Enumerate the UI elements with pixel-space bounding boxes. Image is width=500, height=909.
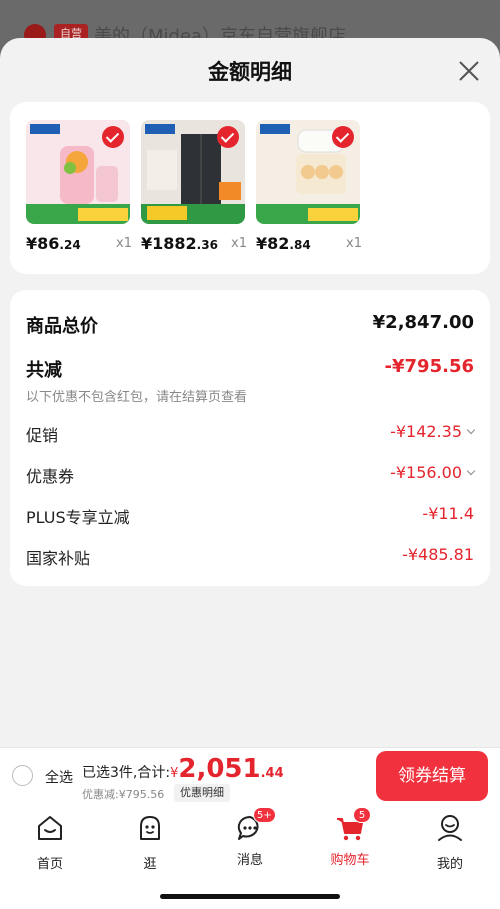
selected-check-icon[interactable]: [332, 126, 354, 148]
product-image: [141, 120, 245, 224]
close-icon[interactable]: [456, 58, 482, 84]
promo-label: 促销: [26, 426, 59, 445]
sheet-title: 金额明细: [208, 60, 292, 84]
selected-count-text: 已选3件,合计:: [82, 765, 171, 781]
total-row: 商品总价 ¥2,847.00: [26, 312, 474, 337]
checkout-summary: 已选3件,合计:¥2,051.44: [82, 754, 284, 784]
product-item[interactable]: ¥1882.36 x1: [141, 120, 253, 253]
coupon-row[interactable]: 优惠券 -¥156.00: [26, 463, 476, 487]
total-label: 商品总价: [26, 316, 98, 337]
discount-summary: 优惠减:¥795.56: [82, 788, 165, 801]
cart-icon-wrap: 5: [335, 807, 371, 843]
product-list-card: ¥86.24 x1 ¥1882.36 x1 ¥82.84 x1: [10, 102, 490, 274]
reduce-row: 共减 -¥795.56: [26, 356, 474, 381]
profile-icon: [438, 815, 462, 841]
browse-icon: [140, 816, 160, 840]
total-value: ¥2,847.00: [372, 312, 474, 333]
chevron-down-icon: [466, 466, 476, 476]
product-price: ¥82.84: [256, 234, 311, 253]
selected-check-icon[interactable]: [217, 126, 239, 148]
home-icon: [38, 816, 62, 840]
discount-detail-button[interactable]: 优惠明细: [174, 784, 230, 802]
product-qty: x1: [346, 236, 362, 251]
amount-detail-card: 商品总价 ¥2,847.00 共减 -¥795.56 以下优惠不包含红包，请在结…: [10, 290, 490, 586]
tab-cart[interactable]: 5 购物车: [315, 807, 385, 868]
product-item[interactable]: ¥86.24 x1: [26, 120, 138, 253]
message-badge: 5+: [253, 807, 276, 823]
selected-check-icon[interactable]: [102, 126, 124, 148]
product-qty: x1: [116, 236, 132, 251]
product-price: ¥1882.36: [141, 234, 218, 253]
discount-note: 以下优惠不包含红包，请在结算页查看: [26, 390, 248, 405]
home-indicator: [160, 894, 340, 899]
plus-row: PLUS专享立减 -¥11.4: [26, 504, 474, 528]
checkout-bar: 全选 已选3件,合计:¥2,051.44 优惠减:¥795.56 优惠明细 领券…: [0, 747, 500, 805]
checkout-button[interactable]: 领券结算: [376, 751, 488, 801]
coupon-label: 优惠券: [26, 467, 75, 486]
product-image: [26, 120, 130, 224]
reduce-label: 共减: [26, 360, 62, 381]
reduce-value: -¥795.56: [384, 356, 474, 377]
plus-label: PLUS专享立减: [26, 508, 130, 527]
product-qty: x1: [231, 236, 247, 251]
tab-profile[interactable]: 我的: [415, 813, 485, 872]
tab-home[interactable]: 首页: [15, 813, 85, 872]
product-image: [256, 120, 360, 224]
subsidy-row: 国家补贴 -¥485.81: [26, 545, 474, 569]
subsidy-value: -¥485.81: [402, 545, 474, 564]
chevron-down-icon: [466, 425, 476, 435]
tab-browse[interactable]: 逛: [115, 813, 185, 872]
tab-messages[interactable]: 5+ 消息: [215, 807, 285, 868]
cart-badge: 5: [353, 807, 371, 823]
product-price: ¥86.24: [26, 234, 81, 253]
subsidy-label: 国家补贴: [26, 549, 91, 568]
product-item[interactable]: ¥82.84 x1: [256, 120, 368, 253]
select-all-label[interactable]: 全选: [45, 767, 73, 787]
message-icon-wrap: 5+: [235, 807, 276, 843]
select-all-radio[interactable]: [12, 765, 33, 786]
plus-value: -¥11.4: [422, 504, 474, 523]
coupon-value: -¥156.00: [390, 463, 476, 482]
promo-row[interactable]: 促销 -¥142.35: [26, 422, 476, 446]
total-amount: ¥2,051.44: [170, 754, 284, 784]
bottom-tab-bar: 首页 逛 5+ 消息 5 购物车 我的: [0, 805, 500, 909]
promo-value: -¥142.35: [390, 422, 476, 441]
